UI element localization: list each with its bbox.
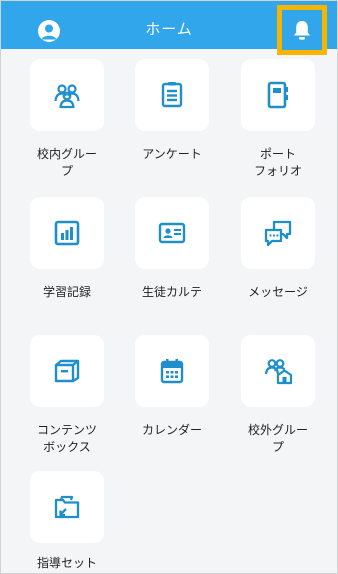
menu-tile-survey[interactable] (135, 59, 209, 131)
menu-tile-school-group[interactable] (30, 59, 104, 131)
menu-label-survey: アンケート (142, 147, 202, 161)
menu-label-portfolio: ポート フォリオ (253, 147, 302, 178)
app-screen: ホーム 校内グループ アンケート ポート フォリオ 学習記録 生徒カルテ メッセ… (0, 0, 338, 574)
menu-tile-guidance-set[interactable] (30, 471, 104, 543)
external-group-icon (264, 359, 293, 385)
guidance-folder-icon (54, 495, 80, 519)
menu-label-student-chart: 生徒カルテ (141, 285, 202, 299)
portfolio-binder-icon (267, 81, 288, 109)
menu-tile-portfolio[interactable] (241, 59, 315, 131)
chat-bubbles-icon (264, 220, 292, 247)
menu-tile-student-chart[interactable] (135, 197, 209, 269)
notification-button[interactable] (277, 5, 327, 55)
group-icon (54, 84, 80, 109)
menu-tile-message[interactable] (241, 197, 315, 269)
menu-label-school-group: 校内グループ (36, 147, 97, 178)
id-card-icon (158, 222, 186, 244)
menu-tile-calendar[interactable] (135, 335, 209, 407)
menu-label-calendar: カレンダー (141, 423, 202, 437)
content-box-icon (54, 359, 80, 383)
menu-tile-learning-record[interactable] (30, 197, 104, 269)
calendar-icon (160, 359, 184, 384)
menu-label-message: メッセージ (248, 285, 308, 299)
menu-tile-content-box[interactable] (30, 335, 104, 407)
bar-chart-icon (54, 220, 80, 246)
menu-tile-external-group[interactable] (241, 335, 315, 407)
bell-icon (294, 21, 310, 40)
menu-label-learning-record: 学習記録 (42, 285, 91, 299)
top-bar: ホーム (1, 1, 337, 55)
survey-clipboard-icon (161, 82, 183, 108)
menu-label-external-group: 校外グループ (247, 423, 308, 454)
menu-label-content-box: コンテンツ ボックス (36, 423, 97, 454)
menu-label-guidance-set: 指導セット (36, 556, 97, 570)
